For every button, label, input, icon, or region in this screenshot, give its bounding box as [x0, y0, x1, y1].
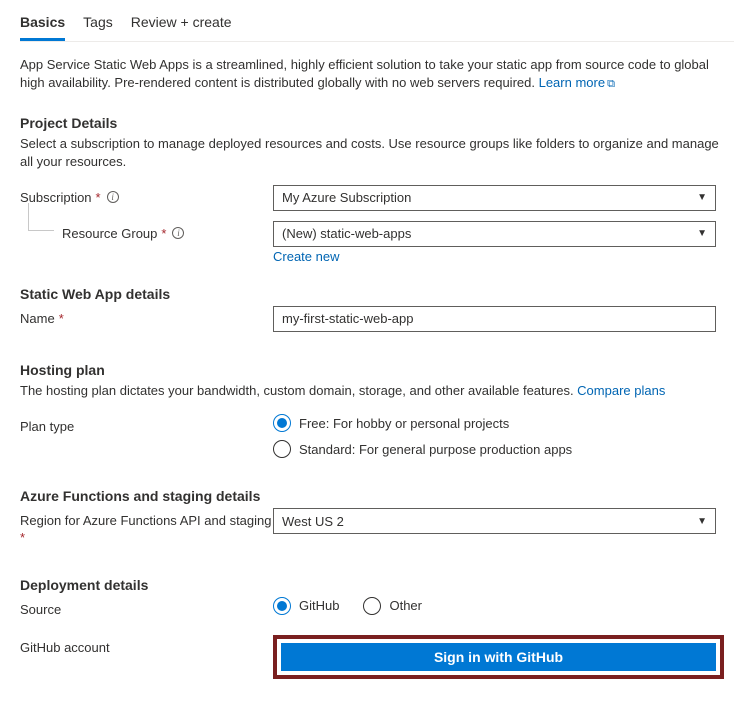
resource-group-label: Resource Group * i: [20, 221, 273, 241]
sign-in-github-button[interactable]: Sign in with GitHub: [281, 643, 716, 671]
region-label: Region for Azure Functions API and stagi…: [20, 508, 273, 547]
tab-basics[interactable]: Basics: [20, 8, 65, 41]
name-label: Name *: [20, 306, 273, 326]
subscription-label: Subscription * i: [20, 185, 273, 205]
azure-functions-title: Azure Functions and staging details: [20, 488, 734, 504]
chevron-down-icon: ▼: [697, 192, 707, 203]
plan-free-radio[interactable]: Free: For hobby or personal projects: [273, 414, 716, 432]
name-input[interactable]: [273, 306, 716, 332]
compare-plans-link[interactable]: Compare plans: [577, 383, 665, 398]
create-new-link[interactable]: Create new: [273, 249, 339, 264]
tab-bar: Basics Tags Review + create: [20, 8, 734, 42]
static-web-app-details-title: Static Web App details: [20, 286, 734, 302]
highlight-annotation: Sign in with GitHub: [273, 635, 724, 679]
required-indicator: *: [20, 530, 25, 545]
chevron-down-icon: ▼: [697, 516, 707, 527]
radio-icon: [273, 597, 291, 615]
radio-icon: [363, 597, 381, 615]
source-other-radio[interactable]: Other: [363, 597, 422, 615]
tab-tags[interactable]: Tags: [83, 8, 113, 41]
deployment-details-title: Deployment details: [20, 577, 734, 593]
radio-icon: [273, 440, 291, 458]
plan-type-label: Plan type: [20, 414, 273, 434]
required-indicator: *: [161, 226, 166, 241]
required-indicator: *: [96, 190, 101, 205]
subscription-select[interactable]: My Azure Subscription ▼: [273, 185, 716, 211]
radio-icon: [273, 414, 291, 432]
source-label: Source: [20, 597, 273, 617]
resource-group-select[interactable]: (New) static-web-apps ▼: [273, 221, 716, 247]
chevron-down-icon: ▼: [697, 228, 707, 239]
project-details-desc: Select a subscription to manage deployed…: [20, 135, 734, 171]
external-link-icon: ⧉: [607, 78, 615, 90]
hosting-plan-title: Hosting plan: [20, 362, 734, 378]
source-github-radio[interactable]: GitHub: [273, 597, 339, 615]
intro-text: App Service Static Web Apps is a streaml…: [20, 56, 734, 93]
info-icon[interactable]: i: [172, 227, 184, 239]
region-select[interactable]: West US 2 ▼: [273, 508, 716, 534]
required-indicator: *: [59, 311, 64, 326]
tree-connector: [28, 203, 54, 231]
github-account-label: GitHub account: [20, 635, 273, 655]
info-icon[interactable]: i: [107, 191, 119, 203]
tab-review-create[interactable]: Review + create: [131, 8, 232, 41]
plan-standard-radio[interactable]: Standard: For general purpose production…: [273, 440, 716, 458]
learn-more-link[interactable]: Learn more⧉: [539, 75, 615, 90]
project-details-title: Project Details: [20, 115, 734, 131]
hosting-plan-desc: The hosting plan dictates your bandwidth…: [20, 382, 734, 400]
